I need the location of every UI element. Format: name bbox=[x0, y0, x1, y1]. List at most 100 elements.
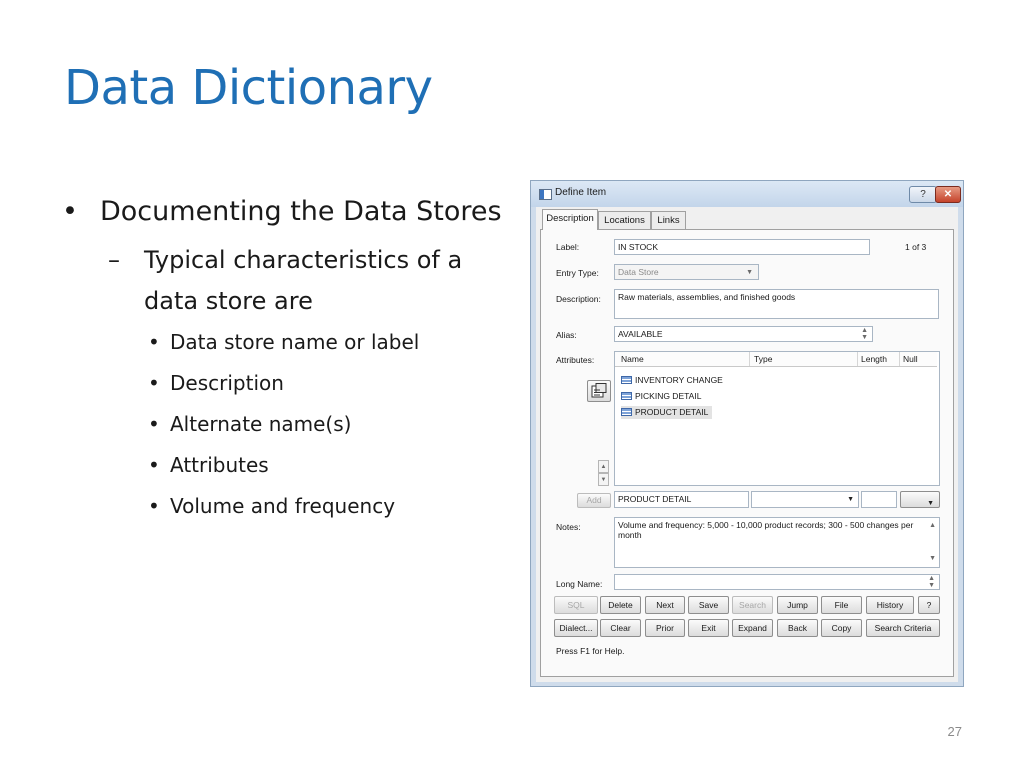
dialect-button[interactable]: Dialect... bbox=[554, 619, 598, 637]
table-icon bbox=[621, 376, 632, 384]
column-separator bbox=[749, 352, 750, 366]
next-button[interactable]: Next bbox=[645, 596, 685, 614]
search-criteria-button[interactable]: Search Criteria bbox=[866, 619, 940, 637]
column-separator bbox=[857, 352, 858, 366]
bullet-dot: • bbox=[148, 412, 160, 436]
long-name-field[interactable]: ▲ ▼ bbox=[614, 574, 940, 590]
help-button[interactable]: ? bbox=[909, 186, 937, 203]
bullet-dot: • bbox=[62, 196, 78, 227]
entry-type-caption: Entry Type: bbox=[556, 268, 599, 278]
attributes-list[interactable]: Name Type Length Null INVENTORY CHANGE P… bbox=[614, 351, 940, 486]
bullet-level3-item: • Attributes bbox=[144, 445, 502, 486]
alias-value: AVAILABLE bbox=[618, 329, 663, 339]
file-button[interactable]: File bbox=[821, 596, 862, 614]
chevron-down-icon: ▼ bbox=[847, 496, 854, 503]
close-button[interactable]: ✕ bbox=[935, 186, 961, 203]
bullet-level2: – Typical characteristics of a data stor… bbox=[108, 240, 502, 322]
bullet-dot: • bbox=[148, 330, 160, 354]
back-button[interactable]: Back bbox=[777, 619, 818, 637]
bullet-level1-text: Documenting the Data Stores bbox=[100, 196, 502, 227]
notes-value: Volume and frequency: 5,000 - 10,000 pro… bbox=[618, 520, 914, 540]
bullet-level3-text: Volume and frequency bbox=[170, 494, 396, 518]
bullet-list: • Documenting the Data Stores – Typical … bbox=[62, 190, 502, 527]
add-attribute-button[interactable]: Add bbox=[577, 493, 611, 508]
bullet-dot: • bbox=[148, 453, 160, 477]
bullet-dot: • bbox=[148, 371, 160, 395]
move-up-button[interactable]: ▲ bbox=[598, 460, 609, 473]
history-button[interactable]: History bbox=[866, 596, 914, 614]
slide-title: Data Dictionary bbox=[64, 60, 433, 116]
dialog-title: Define Item bbox=[555, 187, 607, 198]
status-text: Press F1 for Help. bbox=[556, 646, 625, 656]
properties-button[interactable] bbox=[587, 380, 611, 402]
move-down-button[interactable]: ▼ bbox=[598, 473, 609, 486]
attribute-name-field[interactable]: PRODUCT DETAIL bbox=[614, 491, 749, 508]
bullet-level3-item: • Data store name or label bbox=[144, 322, 502, 363]
bullet-level3-item: • Description bbox=[144, 363, 502, 404]
bullet-level3-text: Description bbox=[170, 371, 284, 395]
bullet-dash: – bbox=[108, 246, 120, 274]
dialog-titlebar[interactable]: Define Item ? ✕ bbox=[531, 181, 963, 207]
record-counter: 1 of 3 bbox=[905, 242, 927, 252]
alias-field[interactable]: AVAILABLE ▲ ▼ bbox=[614, 326, 873, 342]
save-button[interactable]: Save bbox=[688, 596, 729, 614]
define-item-dialog: Define Item ? ✕ Description Locations Li… bbox=[530, 180, 964, 687]
bullet-level3-text: Data store name or label bbox=[170, 330, 420, 354]
column-header-length[interactable]: Length bbox=[861, 354, 887, 364]
jump-button[interactable]: Jump bbox=[777, 596, 818, 614]
description-field[interactable]: Raw materials, assemblies, and finished … bbox=[614, 289, 939, 319]
bullet-level3-item: • Volume and frequency bbox=[144, 486, 502, 527]
bullet-level3-item: • Alternate name(s) bbox=[144, 404, 502, 445]
delete-button[interactable]: Delete bbox=[600, 596, 641, 614]
bullet-level3-text: Attributes bbox=[170, 453, 269, 477]
copy-button[interactable]: Copy bbox=[821, 619, 862, 637]
label-caption: Label: bbox=[556, 242, 580, 252]
alias-caption: Alias: bbox=[556, 330, 577, 340]
notes-field[interactable]: Volume and frequency: 5,000 - 10,000 pro… bbox=[614, 517, 940, 568]
expand-button[interactable]: Expand bbox=[732, 619, 773, 637]
description-caption: Description: bbox=[556, 294, 601, 304]
attributes-list-header: Name Type Length Null bbox=[615, 352, 937, 367]
attribute-length-field[interactable] bbox=[861, 491, 897, 508]
attribute-name: PRODUCT DETAIL bbox=[635, 407, 709, 417]
table-icon bbox=[621, 392, 632, 400]
notes-caption: Notes: bbox=[556, 522, 581, 532]
entry-type-value: Data Store bbox=[618, 267, 659, 277]
attribute-null-select[interactable]: ▼ bbox=[900, 491, 940, 508]
clear-button[interactable]: Clear bbox=[600, 619, 641, 637]
attribute-row-selected[interactable]: PRODUCT DETAIL bbox=[621, 406, 713, 419]
attribute-row[interactable]: PICKING DETAIL bbox=[621, 390, 705, 403]
spinner-icon[interactable]: ▲ ▼ bbox=[861, 327, 868, 341]
entry-type-select[interactable]: Data Store ▼ bbox=[614, 264, 759, 280]
search-button[interactable]: Search bbox=[732, 596, 773, 614]
long-name-caption: Long Name: bbox=[556, 579, 603, 589]
column-separator bbox=[899, 352, 900, 366]
tab-description[interactable]: Description bbox=[542, 209, 598, 230]
column-header-null[interactable]: Null bbox=[903, 354, 918, 364]
description-tab-panel: Label: IN STOCK 1 of 3 Entry Type: Data … bbox=[540, 229, 954, 677]
tab-links[interactable]: Links bbox=[651, 211, 686, 229]
column-header-type[interactable]: Type bbox=[754, 354, 772, 364]
scroll-up-icon[interactable]: ▲ bbox=[929, 521, 936, 531]
help-query-button[interactable]: ? bbox=[918, 596, 940, 614]
chevron-down-icon: ▼ bbox=[746, 269, 753, 276]
chevron-down-icon: ▼ bbox=[927, 500, 934, 507]
page-number: 27 bbox=[947, 724, 962, 739]
bullet-level3-text: Alternate name(s) bbox=[170, 412, 352, 436]
exit-button[interactable]: Exit bbox=[688, 619, 729, 637]
prior-button[interactable]: Prior bbox=[645, 619, 685, 637]
attribute-type-select[interactable]: ▼ bbox=[751, 491, 859, 508]
column-header-name[interactable]: Name bbox=[621, 354, 644, 364]
attribute-row[interactable]: INVENTORY CHANGE bbox=[621, 374, 727, 387]
attribute-name: PICKING DETAIL bbox=[635, 391, 702, 401]
bullet-level2-text: Typical characteristics of a data store … bbox=[144, 246, 463, 315]
sql-button[interactable]: SQL bbox=[554, 596, 598, 614]
label-field[interactable]: IN STOCK bbox=[614, 239, 870, 255]
spinner-icon[interactable]: ▲ ▼ bbox=[928, 575, 935, 589]
table-icon bbox=[621, 408, 632, 416]
bullet-dot: • bbox=[148, 494, 160, 518]
tab-locations[interactable]: Locations bbox=[598, 211, 651, 229]
dialog-client-area: Description Locations Links Label: IN ST… bbox=[536, 207, 958, 682]
properties-icon bbox=[591, 383, 607, 398]
scroll-down-icon[interactable]: ▼ bbox=[929, 554, 936, 564]
